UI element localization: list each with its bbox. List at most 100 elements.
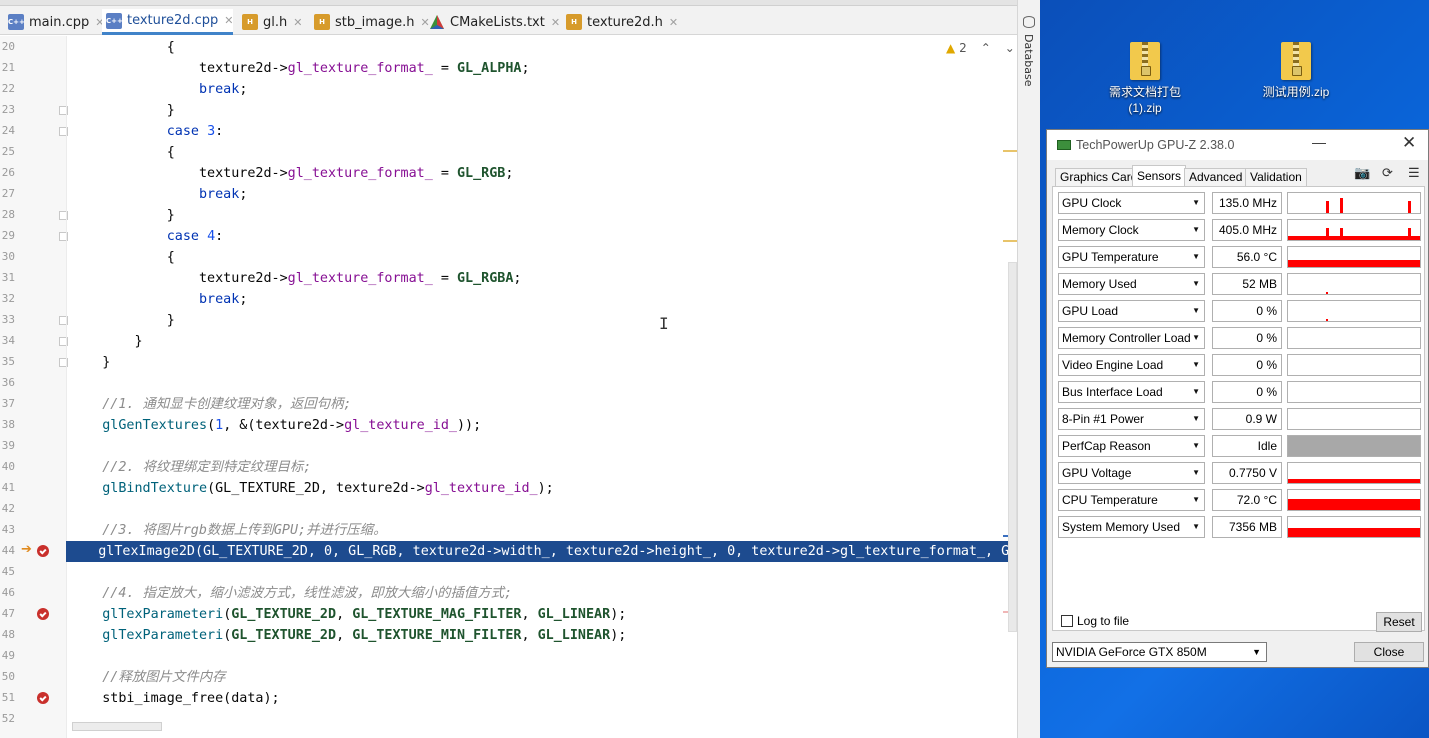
vertical-scrollbar[interactable] <box>1008 262 1017 632</box>
line-number[interactable]: 48 <box>0 628 15 641</box>
gpu-select[interactable]: NVIDIA GeForce GTX 850M ▼ <box>1052 642 1267 662</box>
line-number[interactable]: 33 <box>0 313 15 326</box>
line-number[interactable]: 46 <box>0 586 15 599</box>
line-number[interactable]: 47 <box>0 607 15 620</box>
code-line[interactable]: } <box>70 310 175 331</box>
code-line[interactable]: break; <box>70 79 247 100</box>
code-line[interactable]: glBindTexture(GL_TEXTURE_2D, texture2d->… <box>70 478 553 499</box>
sensor-name-dropdown[interactable]: Memory Controller Load ▼ <box>1058 327 1205 349</box>
sensor-name-dropdown[interactable]: Video Engine Load ▼ <box>1058 354 1205 376</box>
tab-validation[interactable]: Validation <box>1245 168 1307 186</box>
sensor-name-dropdown[interactable]: GPU Voltage ▼ <box>1058 462 1205 484</box>
code-line[interactable]: stbi_image_free(data); <box>70 688 279 709</box>
line-number[interactable]: 49 <box>0 649 15 662</box>
code-line[interactable]: //2. 将纹理绑定到特定纹理目标; <box>70 457 311 478</box>
menu-icon[interactable]: ☰ <box>1408 165 1420 181</box>
sensor-name-dropdown[interactable]: GPU Temperature ▼ <box>1058 246 1205 268</box>
close-tab-icon[interactable]: ✕ <box>224 14 233 27</box>
code-line[interactable]: //3. 将图片rgb数据上传到GPU;并进行压缩。 <box>70 520 386 541</box>
line-number[interactable]: 35 <box>0 355 15 368</box>
code-line[interactable]: //释放图片文件内存 <box>70 667 225 688</box>
scroll-marker[interactable] <box>1003 240 1017 242</box>
camera-icon[interactable]: 📷 <box>1354 165 1370 181</box>
code-line[interactable]: } <box>70 352 110 373</box>
horizontal-scrollbar[interactable] <box>72 722 162 731</box>
line-number[interactable]: 43 <box>0 523 15 536</box>
line-number[interactable]: 40 <box>0 460 15 473</box>
reset-button[interactable]: Reset <box>1376 612 1422 632</box>
editor-tab[interactable]: C++ texture2d.cpp ✕ <box>102 9 234 35</box>
prev-highlight-icon[interactable]: ⌃ <box>981 41 991 55</box>
sensor-name-dropdown[interactable]: GPU Clock ▼ <box>1058 192 1205 214</box>
line-number[interactable]: 25 <box>0 145 15 158</box>
next-highlight-icon[interactable]: ⌄ <box>1005 41 1015 55</box>
line-number[interactable]: 23 <box>0 103 15 116</box>
code-line[interactable]: { <box>70 142 175 163</box>
scroll-marker[interactable] <box>1003 150 1017 152</box>
breakpoint-icon[interactable] <box>37 608 49 620</box>
line-number[interactable]: 45 <box>0 565 15 578</box>
line-number[interactable]: 31 <box>0 271 15 284</box>
line-number[interactable]: 21 <box>0 61 15 74</box>
close-button[interactable]: Close <box>1354 642 1424 662</box>
code-line[interactable]: { <box>70 37 175 58</box>
sensor-name-dropdown[interactable]: 8-Pin #1 Power ▼ <box>1058 408 1205 430</box>
line-number[interactable]: 27 <box>0 187 15 200</box>
close-tab-icon[interactable]: ✕ <box>293 16 302 29</box>
inspection-widget[interactable]: ▲ 2 ⌃ ⌄ <box>946 41 1015 55</box>
sensor-name-dropdown[interactable]: Bus Interface Load ▼ <box>1058 381 1205 403</box>
code-line[interactable]: glGenTextures(1, &(texture2d->gl_texture… <box>70 415 481 436</box>
refresh-icon[interactable]: ⟳ <box>1382 165 1393 181</box>
breakpoint-icon[interactable] <box>37 692 49 704</box>
code-line[interactable]: glTexParameteri(GL_TEXTURE_2D, GL_TEXTUR… <box>70 625 626 646</box>
code-line[interactable]: break; <box>70 289 247 310</box>
code-line[interactable]: case 3: <box>70 121 223 142</box>
line-number[interactable]: 28 <box>0 208 15 221</box>
code-line[interactable]: case 4: <box>70 226 223 247</box>
code-line[interactable]: } <box>70 100 175 121</box>
code-line[interactable]: } <box>70 331 142 352</box>
code-line[interactable]: texture2d->gl_texture_format_ = GL_RGB; <box>70 163 513 184</box>
line-number[interactable]: 51 <box>0 691 15 704</box>
code-line[interactable]: { <box>70 247 175 268</box>
line-number[interactable]: 26 <box>0 166 15 179</box>
tab-graphics-card[interactable]: Graphics Card <box>1055 168 1143 186</box>
minimize-icon[interactable]: — <box>1312 134 1326 150</box>
sensor-name-dropdown[interactable]: Memory Clock ▼ <box>1058 219 1205 241</box>
line-number[interactable]: 29 <box>0 229 15 242</box>
line-number[interactable]: 20 <box>0 40 15 53</box>
sensor-name-dropdown[interactable]: Memory Used ▼ <box>1058 273 1205 295</box>
line-number[interactable]: 30 <box>0 250 15 263</box>
code-line[interactable]: break; <box>70 184 247 205</box>
code-line[interactable]: glTexParameteri(GL_TEXTURE_2D, GL_TEXTUR… <box>70 604 626 625</box>
line-number[interactable]: 32 <box>0 292 15 305</box>
code-editor[interactable]: { texture2d->gl_texture_format_ = GL_ALP… <box>66 36 1025 738</box>
line-number[interactable]: 50 <box>0 670 15 683</box>
log-to-file-checkbox[interactable]: Log to file <box>1061 614 1129 628</box>
editor-tab[interactable]: Hgl.h ✕ <box>238 9 302 35</box>
line-number[interactable]: 42 <box>0 502 15 515</box>
line-number[interactable]: 36 <box>0 376 15 389</box>
desktop-icon-zip-2[interactable]: 测试用例.zip <box>1246 42 1346 100</box>
sensor-name-dropdown[interactable]: System Memory Used ▼ <box>1058 516 1205 538</box>
current-line[interactable]: glTexImage2D(GL_TEXTURE_2D, 0, GL_RGB, t… <box>66 541 1025 562</box>
code-line[interactable]: //1. 通知显卡创建纹理对象，返回句柄; <box>70 394 351 415</box>
editor-tab[interactable]: CMakeLists.txt ✕ <box>425 9 560 35</box>
line-number[interactable]: 34 <box>0 334 15 347</box>
line-number[interactable]: 38 <box>0 418 15 431</box>
line-number[interactable]: 44 <box>0 544 15 557</box>
tab-sensors[interactable]: Sensors <box>1132 165 1187 186</box>
line-number[interactable]: 22 <box>0 82 15 95</box>
line-number[interactable]: 24 <box>0 124 15 137</box>
sensor-name-dropdown[interactable]: GPU Load ▼ <box>1058 300 1205 322</box>
sensor-name-dropdown[interactable]: CPU Temperature ▼ <box>1058 489 1205 511</box>
close-tab-icon[interactable]: ✕ <box>669 16 678 29</box>
editor-tab[interactable]: Hstb_image.h ✕ <box>310 9 430 35</box>
editor-tab[interactable]: Htexture2d.h ✕ <box>562 9 678 35</box>
gpuz-title-bar[interactable]: TechPowerUp GPU-Z 2.38.0 — ✕ <box>1047 130 1428 160</box>
line-number[interactable]: 37 <box>0 397 15 410</box>
editor-tab[interactable]: C++ main.cpp ✕ <box>4 9 104 35</box>
database-tool-button[interactable]: Database <box>1022 34 1035 87</box>
code-line[interactable]: texture2d->gl_texture_format_ = GL_RGBA; <box>70 268 522 289</box>
code-line[interactable]: texture2d->gl_texture_format_ = GL_ALPHA… <box>70 58 530 79</box>
